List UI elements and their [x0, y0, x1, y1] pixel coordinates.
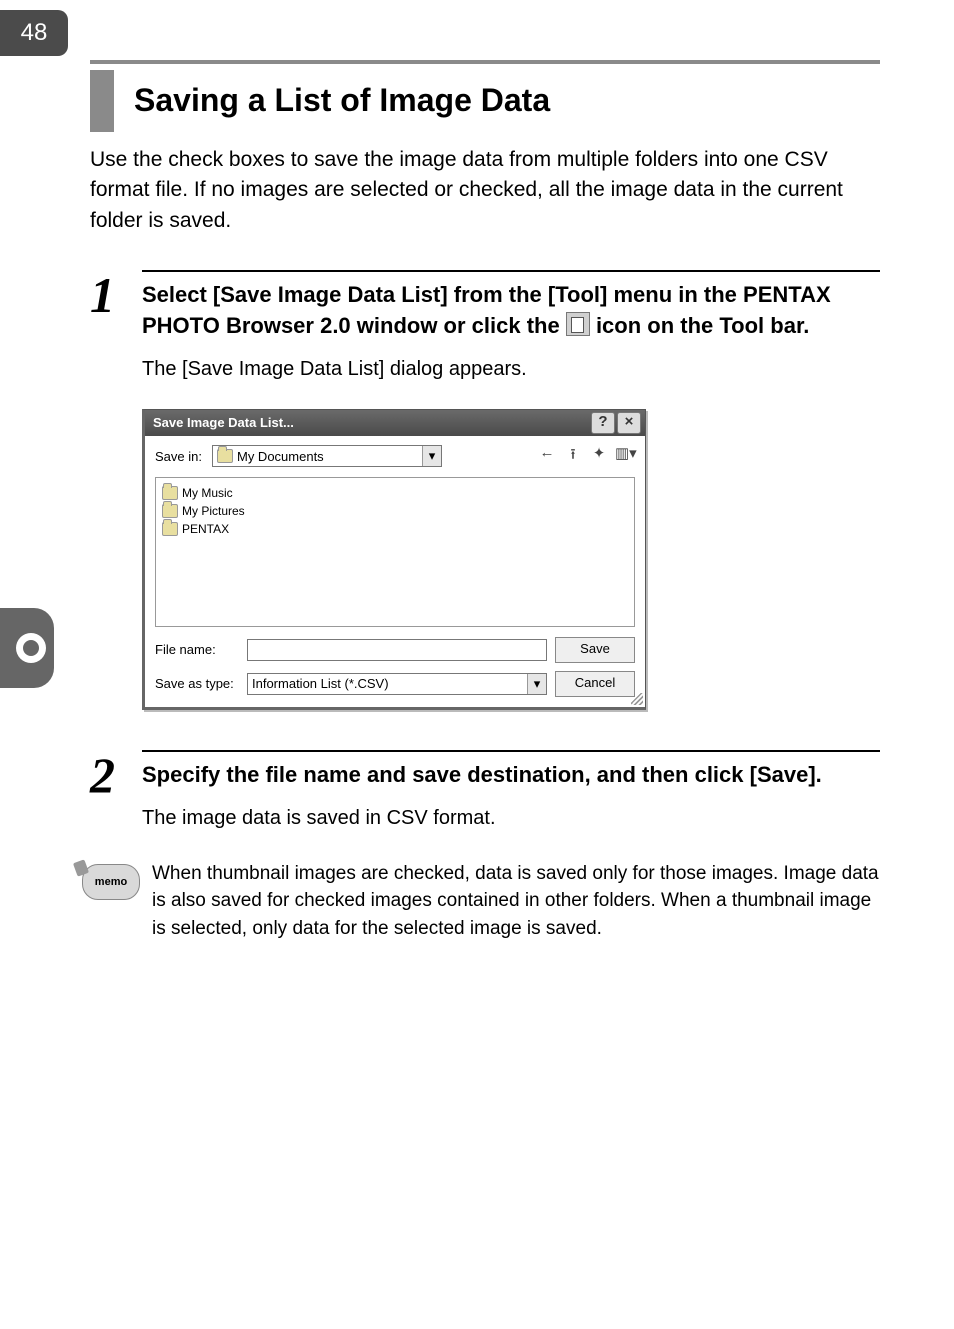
folder-icon — [217, 449, 233, 463]
save-as-type-label: Save as type: — [155, 676, 239, 691]
save-image-data-list-dialog: Save Image Data List... ? × Save in: My … — [142, 409, 646, 710]
page-number: 48 — [21, 19, 48, 46]
folder-icon — [162, 504, 178, 518]
save-button[interactable]: Save — [555, 637, 635, 663]
step-1-description: The [Save Image Data List] dialog appear… — [142, 358, 880, 381]
dropdown-arrow-icon[interactable]: ▾ — [527, 674, 546, 694]
section-heading: Saving a List of Image Data — [90, 60, 880, 119]
step-2-description: The image data is saved in CSV format. — [142, 807, 880, 830]
new-folder-icon[interactable]: ✦ — [589, 444, 609, 469]
dialog-title: Save Image Data List... — [153, 415, 589, 430]
save-list-toolbar-icon — [566, 312, 590, 336]
save-in-label: Save in: — [155, 449, 202, 464]
file-list-area[interactable]: My Music My Pictures PENTAX — [155, 477, 635, 627]
back-icon[interactable]: ← — [537, 444, 557, 469]
step-1-title: Select [Save Image Data List] from the [… — [142, 280, 880, 342]
help-button[interactable]: ? — [591, 412, 615, 434]
side-tab-ring — [16, 633, 46, 663]
list-item[interactable]: PENTAX — [162, 520, 628, 538]
memo-icon: memo — [82, 864, 140, 900]
file-name-input[interactable] — [247, 639, 547, 661]
resize-grip-icon[interactable] — [631, 693, 643, 705]
save-in-dropdown[interactable]: My Documents ▾ — [212, 445, 442, 467]
dialog-titlebar[interactable]: Save Image Data List... ? × — [145, 410, 645, 436]
memo-label: memo — [95, 876, 127, 888]
side-tab-marker — [0, 608, 54, 688]
intro-paragraph: Use the check boxes to save the image da… — [90, 145, 880, 236]
file-name-label: File name: — [155, 642, 239, 657]
step-1-number: 1 — [90, 270, 142, 381]
dropdown-arrow-icon[interactable]: ▾ — [422, 446, 441, 466]
folder-icon — [162, 486, 178, 500]
list-item[interactable]: My Music — [162, 484, 628, 502]
cancel-button[interactable]: Cancel — [555, 671, 635, 697]
up-one-level-icon[interactable]: ⭱ — [563, 444, 583, 469]
step-2-number: 2 — [90, 750, 142, 830]
folder-icon — [162, 522, 178, 536]
view-menu-icon[interactable]: ▥▾ — [615, 444, 635, 469]
step-2-title: Specify the file name and save destinati… — [142, 760, 880, 791]
save-in-value: My Documents — [237, 449, 324, 464]
memo-text: When thumbnail images are checked, data … — [152, 860, 880, 943]
page-number-badge: 48 — [0, 10, 68, 56]
list-item[interactable]: My Pictures — [162, 502, 628, 520]
section-title: Saving a List of Image Data — [90, 66, 880, 119]
save-as-type-dropdown[interactable]: Information List (*.CSV) ▾ — [247, 673, 547, 695]
close-button[interactable]: × — [617, 412, 641, 434]
